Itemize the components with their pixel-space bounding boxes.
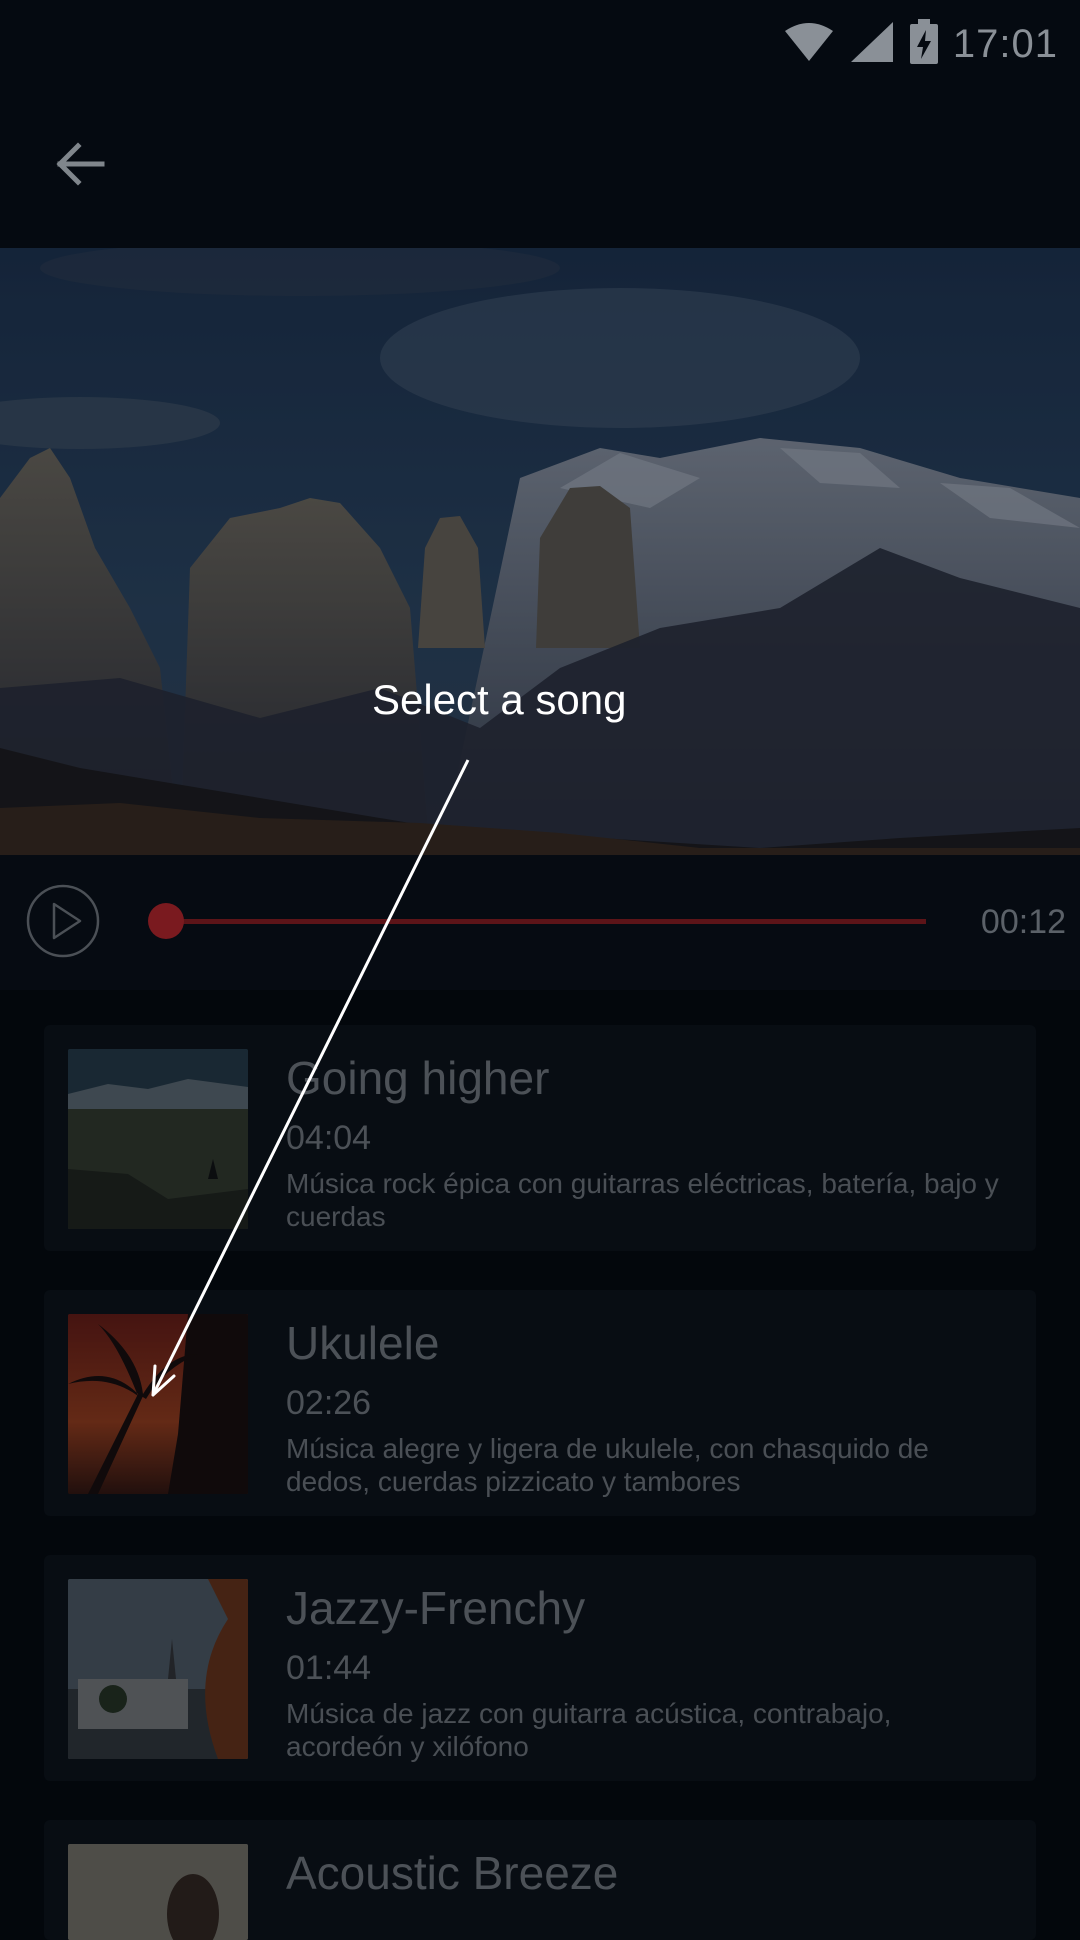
song-title: Going higher [286, 1052, 550, 1104]
song-title: Jazzy-Frenchy [286, 1582, 586, 1634]
song-description: Música rock épica con guitarras eléctric… [286, 1168, 999, 1232]
seek-thumb[interactable] [148, 903, 184, 939]
player-bar: 00:12 [0, 855, 1080, 990]
wifi-icon [783, 21, 835, 68]
play-button[interactable] [26, 884, 100, 958]
song-description: Música alegre y ligera de ukulele, con c… [286, 1433, 929, 1497]
song-duration: 02:26 [286, 1384, 372, 1422]
song-card[interactable]: Ukulele 02:26 Música alegre y ligera de … [44, 1290, 1036, 1516]
status-icons: 17:01 [783, 14, 1058, 74]
song-title: Ukulele [286, 1317, 440, 1369]
song-thumbnail [68, 1049, 248, 1229]
song-duration: 04:04 [286, 1119, 372, 1157]
song-card[interactable]: Going higher 04:04 Música rock épica con… [44, 1025, 1036, 1251]
song-card[interactable]: Acoustic Breeze [44, 1820, 1036, 1940]
seek-bar[interactable] [166, 919, 926, 924]
arrow-left-icon [54, 140, 106, 193]
status-time: 17:01 [952, 21, 1058, 66]
song-description: Música de jazz con guitarra acústica, co… [286, 1698, 892, 1762]
song-thumbnail [68, 1314, 248, 1494]
play-icon [26, 884, 100, 958]
signal-icon [849, 20, 895, 69]
player-time: 00:12 [980, 903, 1066, 941]
app-bar [0, 88, 1080, 248]
song-thumbnail [68, 1844, 248, 1940]
song-duration: 01:44 [286, 1649, 372, 1687]
battery-charging-icon [909, 18, 939, 70]
song-card[interactable]: Jazzy-Frenchy 01:44 Música de jazz con g… [44, 1555, 1036, 1781]
song-thumbnail [68, 1579, 248, 1759]
back-button[interactable] [40, 126, 120, 206]
song-title: Acoustic Breeze [286, 1847, 619, 1899]
hero-image [0, 248, 1080, 855]
status-bar: 17:01 [0, 0, 1080, 88]
